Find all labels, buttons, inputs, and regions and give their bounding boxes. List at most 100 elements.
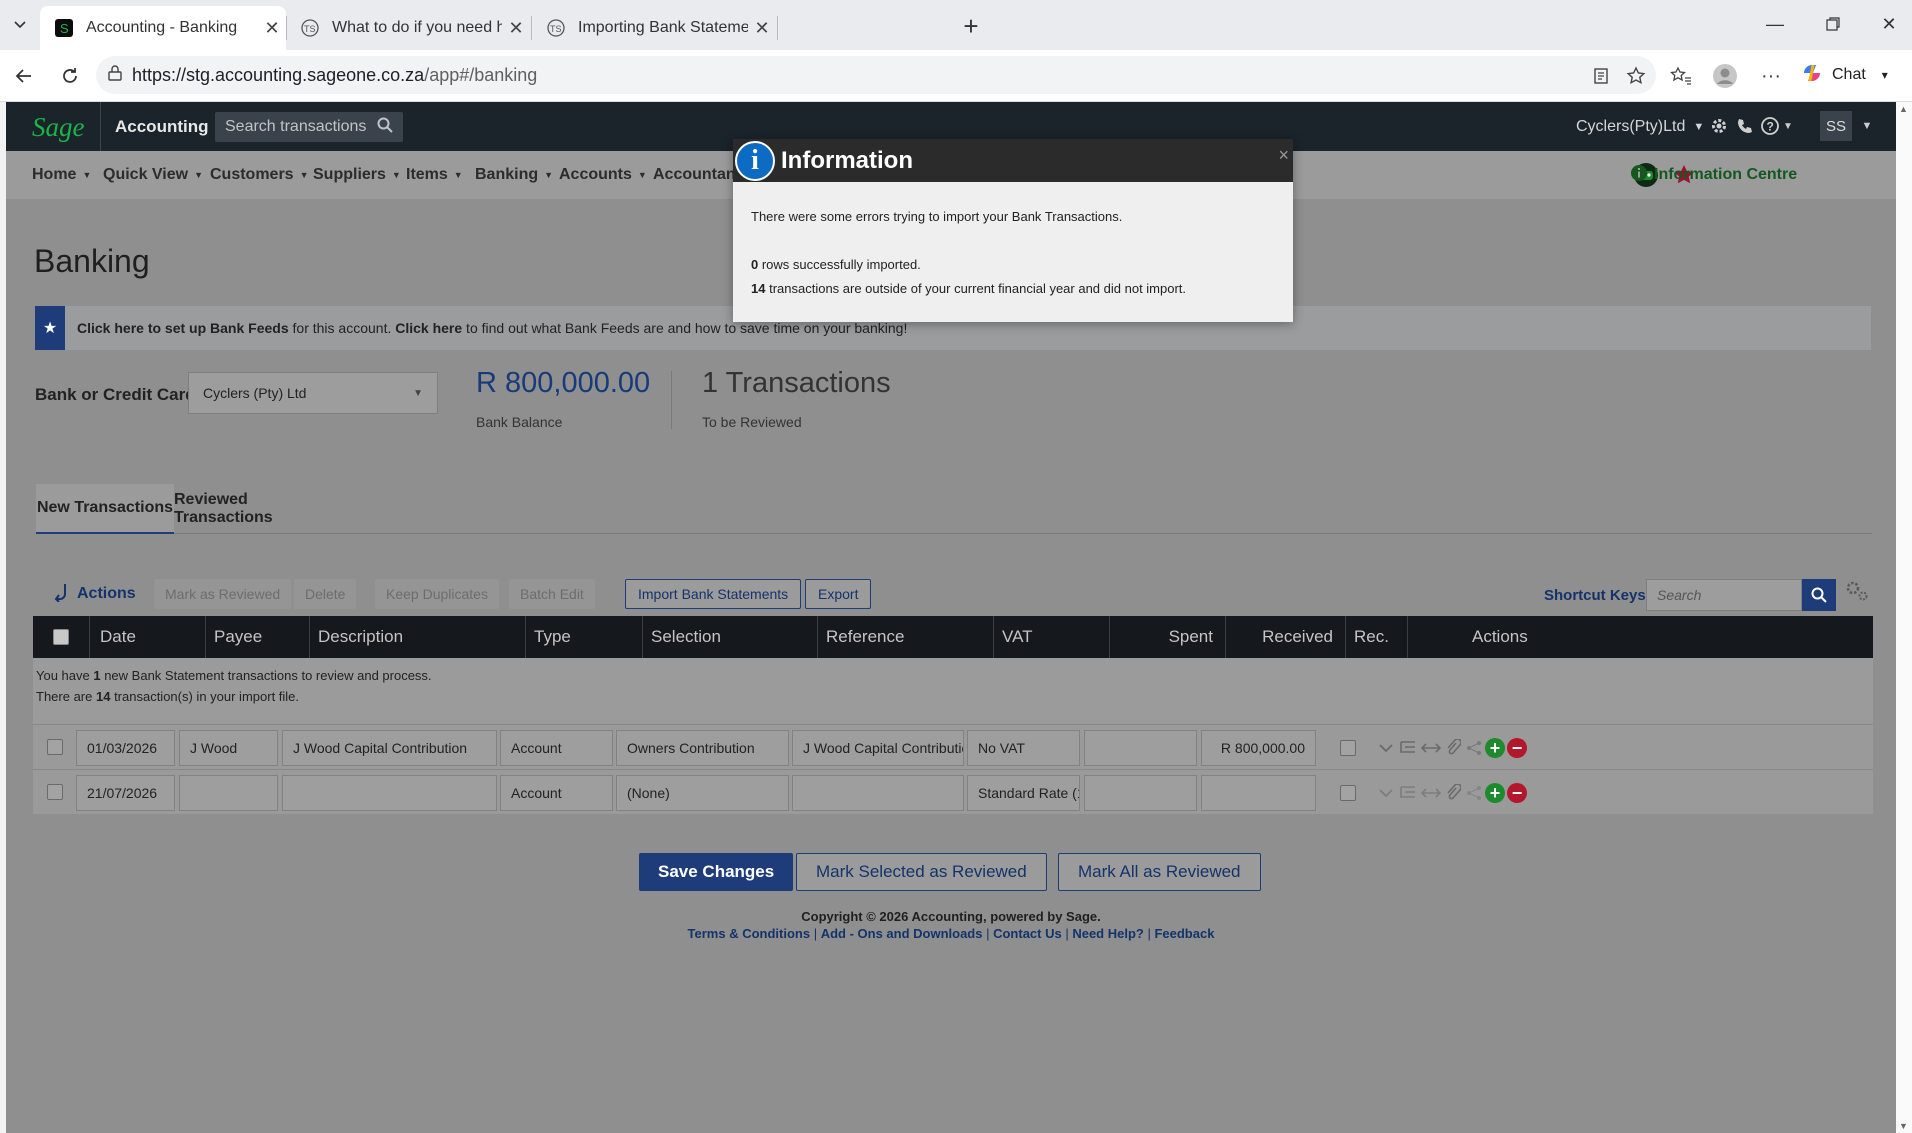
type-cell[interactable]: Account bbox=[500, 775, 613, 811]
more-options-icon[interactable]: ··· bbox=[1758, 63, 1784, 89]
save-changes-button[interactable]: Save Changes bbox=[639, 853, 794, 891]
reconcile-checkbox[interactable] bbox=[1340, 740, 1356, 756]
mark-all-reviewed-button[interactable]: Mark All as Reviewed bbox=[1058, 853, 1261, 891]
selection-cell[interactable]: (None) bbox=[616, 775, 789, 811]
copilot-chat-button[interactable]: Chat ▾ bbox=[1800, 59, 1888, 91]
menu-quick-view[interactable]: Quick View ▼ bbox=[103, 151, 203, 199]
add-row-plus-icon[interactable]: + bbox=[1485, 737, 1505, 759]
site-info-lock-icon[interactable] bbox=[108, 64, 122, 86]
scroll-down-icon[interactable]: ▼ bbox=[1899, 1121, 1908, 1131]
tab-new-transactions[interactable]: New Transactions bbox=[36, 484, 174, 534]
new-tab-button[interactable]: + bbox=[957, 11, 985, 41]
reader-mode-icon[interactable] bbox=[1588, 63, 1614, 89]
restore-window-icon[interactable] bbox=[1818, 10, 1848, 38]
split-list-icon[interactable] bbox=[1399, 782, 1417, 804]
attachment-paperclip-icon[interactable] bbox=[1445, 782, 1461, 804]
transfer-arrows-icon[interactable] bbox=[1421, 782, 1441, 804]
terms-link[interactable]: Terms & Conditions bbox=[688, 926, 811, 941]
row-select-checkbox[interactable] bbox=[47, 784, 63, 800]
reference-cell[interactable] bbox=[792, 775, 964, 811]
column-header-spent[interactable]: Spent bbox=[1110, 616, 1226, 658]
remove-row-minus-icon[interactable]: − bbox=[1507, 737, 1527, 759]
mark-selected-reviewed-button[interactable]: Mark Selected as Reviewed bbox=[796, 853, 1047, 891]
page-scrollbar[interactable]: ▲ ▼ bbox=[1896, 102, 1912, 1133]
reference-cell[interactable]: J Wood Capital Contribution bbox=[792, 730, 964, 766]
menu-home[interactable]: Home ▼ bbox=[32, 151, 91, 199]
share-icon[interactable] bbox=[1465, 737, 1483, 759]
column-header-type[interactable]: Type bbox=[526, 616, 643, 658]
vat-cell[interactable]: No VAT bbox=[967, 730, 1080, 766]
user-menu-chevron-icon[interactable]: ▼ bbox=[1856, 115, 1878, 137]
bank-account-select[interactable]: Cyclers (Pty) Ltd ▼ bbox=[188, 372, 438, 414]
payee-cell[interactable] bbox=[179, 775, 278, 811]
favorite-star-icon[interactable] bbox=[1623, 63, 1649, 89]
settings-gear-icon[interactable] bbox=[1708, 115, 1730, 137]
minimize-window-icon[interactable]: — bbox=[1760, 10, 1790, 38]
expand-chevron-icon[interactable] bbox=[1378, 782, 1394, 804]
close-tab-icon[interactable]: ✕ bbox=[748, 18, 776, 39]
attachment-paperclip-icon[interactable] bbox=[1445, 737, 1461, 759]
contact-us-link[interactable]: Contact Us bbox=[993, 926, 1062, 941]
search-transactions-input[interactable]: Search transactions bbox=[215, 112, 403, 142]
menu-accountant[interactable]: Accountant bbox=[653, 151, 741, 199]
add-row-plus-icon[interactable]: + bbox=[1485, 782, 1505, 804]
grid-search-input[interactable]: Search bbox=[1646, 579, 1802, 611]
column-header-received[interactable]: Received bbox=[1226, 616, 1346, 658]
row-select-checkbox[interactable] bbox=[47, 739, 63, 755]
payee-cell[interactable]: J Wood bbox=[179, 730, 278, 766]
spent-cell[interactable] bbox=[1084, 775, 1197, 811]
add-ons-link[interactable]: Add - Ons and Downloads bbox=[821, 926, 983, 941]
column-header-reference[interactable]: Reference bbox=[818, 616, 994, 658]
reconcile-checkbox[interactable] bbox=[1340, 785, 1356, 801]
date-cell[interactable]: 21/07/2026 bbox=[76, 775, 175, 811]
menu-suppliers[interactable]: Suppliers ▼ bbox=[313, 151, 401, 199]
browser-tab-accounting-banking[interactable]: S Accounting - Banking ✕ bbox=[40, 6, 286, 50]
grid-settings-gear-icon[interactable] bbox=[1844, 579, 1870, 608]
user-avatar[interactable]: SS bbox=[1820, 111, 1852, 141]
keep-duplicates-button[interactable]: Keep Duplicates bbox=[375, 579, 499, 609]
tab-reviewed-transactions[interactable]: Reviewed Transactions bbox=[174, 484, 348, 534]
menu-customers[interactable]: Customers ▼ bbox=[210, 151, 309, 199]
close-tab-icon[interactable]: ✕ bbox=[258, 18, 286, 39]
sage-logo[interactable]: Sage bbox=[32, 112, 84, 143]
profile-avatar-icon[interactable] bbox=[1712, 63, 1738, 89]
column-header-description[interactable]: Description bbox=[310, 616, 526, 658]
column-header-rec[interactable]: Rec. bbox=[1346, 616, 1408, 658]
scroll-up-icon[interactable]: ▲ bbox=[1899, 104, 1908, 114]
information-centre-link[interactable]: Information Centre bbox=[1630, 151, 1797, 199]
description-cell[interactable]: J Wood Capital Contribution bbox=[282, 730, 497, 766]
phone-icon[interactable] bbox=[1734, 115, 1756, 137]
received-cell[interactable] bbox=[1201, 775, 1316, 811]
grid-search-button[interactable] bbox=[1802, 579, 1836, 611]
menu-accounts[interactable]: Accounts ▼ bbox=[559, 151, 647, 199]
split-list-icon[interactable] bbox=[1399, 737, 1417, 759]
need-help-link[interactable]: Need Help? bbox=[1072, 926, 1144, 941]
vat-cell[interactable]: Standard Rate (15. bbox=[967, 775, 1080, 811]
column-header-vat[interactable]: VAT bbox=[994, 616, 1110, 658]
mark-as-reviewed-button[interactable]: Mark as Reviewed bbox=[154, 579, 292, 609]
delete-button[interactable]: Delete bbox=[294, 579, 357, 609]
bank-feeds-info-link[interactable]: Click here bbox=[395, 320, 462, 336]
batch-edit-button[interactable]: Batch Edit bbox=[509, 579, 595, 609]
share-icon[interactable] bbox=[1465, 782, 1483, 804]
browser-tab-need-help[interactable]: TS What to do if you need help – Tale ✕ bbox=[286, 6, 530, 50]
received-cell[interactable]: R 800,000.00 bbox=[1201, 730, 1316, 766]
transfer-arrows-icon[interactable] bbox=[1421, 737, 1441, 759]
expand-chevron-icon[interactable] bbox=[1378, 737, 1394, 759]
tab-list-chevron-icon[interactable] bbox=[6, 10, 34, 38]
url-field[interactable]: https://stg.accounting.sageone.co.za/app… bbox=[96, 56, 1656, 94]
spent-cell[interactable] bbox=[1084, 730, 1197, 766]
close-tab-icon[interactable]: ✕ bbox=[502, 18, 530, 39]
import-bank-statements-button[interactable]: Import Bank Statements bbox=[625, 579, 802, 609]
reload-icon[interactable] bbox=[56, 62, 84, 90]
column-header-payee[interactable]: Payee bbox=[206, 616, 310, 658]
actions-menu[interactable]: Actions bbox=[53, 579, 136, 609]
close-window-icon[interactable]: ✕ bbox=[1874, 10, 1904, 38]
menu-banking[interactable]: Banking ▼ bbox=[475, 151, 553, 199]
app-name[interactable]: Accounting bbox=[100, 102, 209, 151]
column-header-date[interactable]: Date bbox=[90, 616, 206, 658]
shortcut-keys-link[interactable]: Shortcut Keys bbox=[1544, 587, 1646, 604]
description-cell[interactable] bbox=[282, 775, 497, 811]
browser-tab-importing-bank-statement[interactable]: TS Importing Bank Statement – Talent ✕ bbox=[532, 6, 776, 50]
close-dialog-icon[interactable]: × bbox=[1278, 145, 1289, 166]
